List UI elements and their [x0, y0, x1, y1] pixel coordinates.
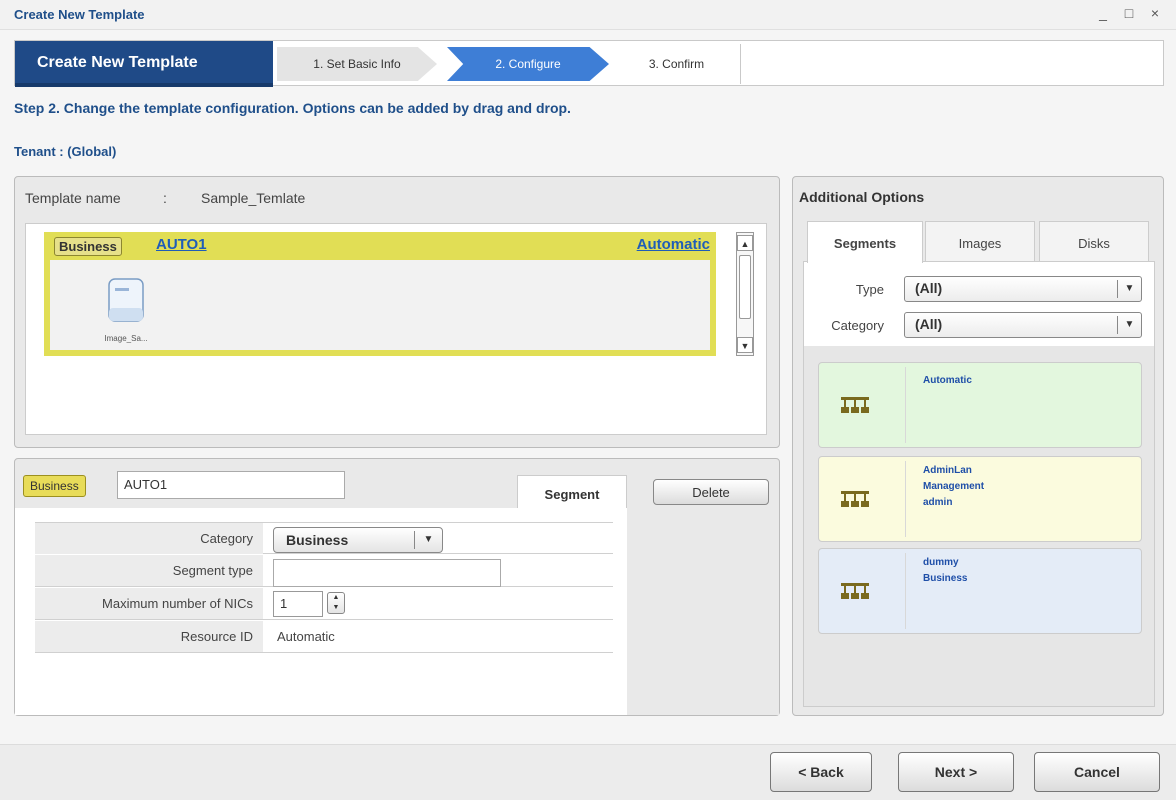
network-segment-icon	[841, 397, 869, 413]
card-line: AdminLan	[923, 465, 972, 476]
back-button[interactable]: < Back	[770, 752, 872, 792]
filter-area: Type (All) ▼ Category (All) ▼	[804, 262, 1154, 346]
max-nics-label: Maximum number of NICs	[35, 588, 263, 619]
segment-category-tag: Business	[54, 237, 122, 256]
type-filter-value: (All)	[915, 280, 943, 296]
tab-images[interactable]: Images	[925, 221, 1035, 261]
segment-details-panel: Business AUTO1 Segment Delete Category B…	[14, 458, 780, 716]
maximize-icon[interactable]: □	[1120, 5, 1138, 21]
resource-id-value: Automatic	[277, 629, 335, 644]
window-title: Create New Template	[14, 7, 145, 22]
template-name-label: Template name	[25, 190, 121, 206]
segment-header: Business AUTO1 Automatic	[44, 232, 716, 260]
segment-type-input[interactable]	[273, 559, 501, 587]
additional-options-title: Additional Options	[799, 189, 925, 205]
type-filter-label: Type	[855, 282, 884, 297]
card-line: Automatic	[923, 375, 972, 386]
type-filter-select[interactable]: (All) ▼	[904, 276, 1142, 302]
card-divider	[905, 461, 906, 537]
tenant-label: Tenant : (Global)	[14, 144, 117, 159]
wizard-steps: Create New Template 1. Set Basic Info 2.…	[14, 40, 1164, 87]
details-side-area	[627, 508, 779, 715]
template-canvas[interactable]: Business AUTO1 Automatic Image_Sa... ▲ ▼	[25, 223, 767, 435]
image-label: Image_Sa...	[104, 334, 148, 343]
segment-option-card[interactable]: Automatic	[818, 362, 1142, 448]
card-divider	[905, 367, 906, 443]
template-panel: Template name : Sample_Temlate Business …	[14, 176, 780, 448]
tab-segments[interactable]: Segments	[807, 221, 923, 263]
delete-button[interactable]: Delete	[653, 479, 769, 505]
tab-segment[interactable]: Segment	[517, 475, 627, 509]
category-select[interactable]: Business ▼	[273, 527, 443, 553]
network-segment-icon	[841, 491, 869, 507]
canvas-scrollbar[interactable]: ▲ ▼	[736, 232, 754, 356]
wizard-title: Create New Template	[15, 41, 273, 87]
wizard-step-confirm: 3. Confirm	[613, 44, 741, 84]
category-select-value: Business	[286, 532, 349, 548]
template-name-value: Sample_Temlate	[201, 190, 306, 206]
card-line: Management	[923, 481, 985, 492]
card-line: Business	[923, 573, 968, 584]
max-nics-input[interactable]: 1	[273, 591, 323, 617]
card-divider	[905, 553, 906, 629]
segment-mode-link[interactable]: Automatic	[637, 236, 710, 253]
category-filter-label: Category	[831, 318, 884, 333]
wizard-step-basic-info: 1. Set Basic Info	[277, 47, 437, 81]
additional-options-panel: Additional Options Segments Images Disks…	[792, 176, 1164, 716]
segment-name-link[interactable]: AUTO1	[156, 236, 207, 253]
card-lines: Automatic	[923, 373, 972, 389]
network-segment-icon	[841, 583, 869, 599]
resource-id-label: Resource ID	[35, 621, 263, 652]
card-line: admin	[923, 497, 953, 508]
step-instruction: Step 2. Change the template configuratio…	[14, 100, 571, 116]
property-row-max-nics: Maximum number of NICs 1 ▲ ▼	[35, 588, 613, 620]
property-row-category: Category Business ▼	[35, 522, 613, 554]
chevron-down-icon[interactable]: ▼	[1117, 280, 1141, 298]
close-icon[interactable]: ×	[1146, 5, 1164, 21]
category-filter-select[interactable]: (All) ▼	[904, 312, 1142, 338]
minimize-icon[interactable]: _	[1094, 5, 1112, 21]
scroll-up-icon[interactable]: ▲	[737, 235, 753, 251]
segment-type-label: Segment type	[35, 555, 263, 586]
template-name-colon: :	[163, 190, 167, 206]
card-line: dummy	[923, 557, 959, 568]
segments-list-area: Type (All) ▼ Category (All) ▼ Automatic	[803, 261, 1155, 707]
property-row-resource-id: Resource ID Automatic	[35, 621, 613, 653]
card-lines: dummy Business	[923, 555, 967, 587]
chevron-down-icon[interactable]: ▼	[414, 531, 442, 549]
next-button[interactable]: Next >	[898, 752, 1014, 792]
segment-properties: Category Business ▼ Segment type Maximum…	[15, 508, 627, 715]
category-label: Category	[35, 523, 263, 554]
segment-name-input[interactable]: AUTO1	[117, 471, 345, 499]
chevron-down-icon[interactable]: ▼	[1117, 316, 1141, 334]
server-image-icon[interactable]	[108, 278, 144, 322]
details-category-tag: Business	[23, 475, 86, 497]
cancel-button[interactable]: Cancel	[1034, 752, 1160, 792]
category-filter-value: (All)	[915, 316, 943, 332]
stepper-icon[interactable]: ▲ ▼	[327, 592, 345, 614]
property-row-segment-type: Segment type	[35, 555, 613, 587]
wizard-step-configure: 2. Configure	[447, 47, 609, 81]
segment-option-card[interactable]: AdminLan Management admin	[818, 456, 1142, 542]
window-titlebar: Create New Template _ □ ×	[0, 0, 1176, 30]
scroll-thumb[interactable]	[739, 255, 751, 319]
segment-option-card[interactable]: dummy Business	[818, 548, 1142, 634]
scroll-down-icon[interactable]: ▼	[737, 337, 753, 353]
tab-disks[interactable]: Disks	[1039, 221, 1149, 261]
card-lines: AdminLan Management admin	[923, 463, 984, 511]
